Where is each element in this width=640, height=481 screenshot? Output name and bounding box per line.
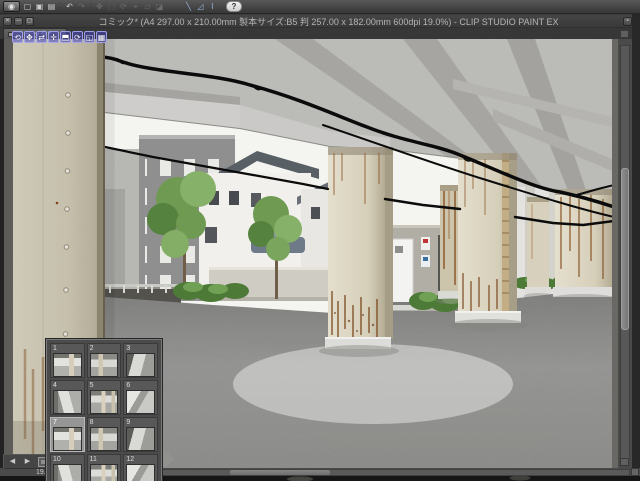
object-rotate-3d-icon[interactable]: ◱ [84, 31, 95, 43]
mask-icon: ◪ [155, 2, 164, 11]
vertical-scrollbar-thumb[interactable] [621, 168, 629, 330]
thumbnail-preview [89, 427, 119, 451]
camera-angle-thumbnail-4[interactable]: 4 [50, 380, 85, 415]
thumbnail-preview [126, 353, 155, 377]
thumbnail-preview [126, 390, 155, 414]
scrollbar-corner-button[interactable] [631, 468, 639, 476]
scrollbar-top-button[interactable] [620, 30, 629, 38]
object-move-flat-icon[interactable]: ✛ [48, 31, 59, 43]
thumbnail-preview [53, 427, 82, 451]
thumbnail-preview [126, 427, 155, 451]
camera-angle-thumbnail-1[interactable]: 1 [50, 343, 85, 378]
thumbnail-number: 11 [89, 456, 97, 463]
3d-overlay-toolbar: ⟲ ✥ ⇄ ✛ ⬒ ⟳ ◱ ▦ [12, 31, 107, 43]
camera-angle-thumbnail-12[interactable]: 12 [123, 454, 158, 481]
thumbnail-number: 7 [53, 419, 57, 426]
thumbnail-preview [53, 464, 82, 481]
document-title: コミック* (A4 297.00 x 210.00mm 製本サイズ:B5 判 2… [98, 16, 559, 27]
thumbnail-number: 2 [89, 345, 94, 352]
camera-angle-thumbnail-9[interactable]: 9 [123, 417, 158, 452]
camera-angle-thumbnail-5[interactable]: 5 [86, 380, 122, 415]
previous-page-button[interactable]: ◀ [6, 456, 19, 467]
horizontal-scrollbar-thumb[interactable] [230, 470, 330, 475]
camera-angle-thumbnail-6[interactable]: 6 [123, 380, 158, 415]
thumbnail-preview [126, 464, 155, 481]
close-button[interactable]: ✕ [3, 16, 12, 26]
camera-angle-thumbnail-11[interactable]: 11 [86, 454, 122, 481]
thumbnail-number: 1 [53, 345, 57, 352]
thumbnail-number: 12 [126, 456, 135, 463]
thumbnail-number: 3 [126, 345, 131, 352]
camera-angle-thumbnail-8[interactable]: 8 [86, 417, 122, 452]
thumbnail-number: 5 [89, 382, 94, 389]
maximize-button[interactable]: ▢ [25, 16, 34, 26]
object-snap-ground-icon[interactable]: ▦ [96, 31, 107, 43]
window-controls: ✕ ─ ▢ [3, 16, 34, 26]
save-file-icon[interactable]: ▤ [46, 1, 57, 12]
select-area-icon: ▱ [144, 2, 151, 11]
separator: ⁚ [59, 3, 62, 10]
app-logo-icon[interactable]: ◉ [3, 1, 20, 12]
thumbnail-preview [53, 390, 82, 414]
snap-to-grid-icon[interactable]: ⌇ [207, 1, 218, 12]
titlebar-menu-button[interactable]: ▪ [623, 16, 632, 26]
object-move-vertical-icon[interactable]: ⬒ [60, 31, 71, 43]
new-file-icon[interactable]: ▢ [22, 1, 33, 12]
snap-to-ruler-icon[interactable]: ╲ [183, 1, 194, 12]
thumbnail-number: 4 [53, 382, 57, 389]
thumbnail-number: 8 [89, 419, 94, 426]
deselect-icon: ⌖ [133, 2, 138, 11]
thumbnail-preview [89, 353, 119, 377]
undo-icon[interactable]: ↶ [64, 1, 75, 12]
camera-angle-thumbnail-7[interactable]: 7 [50, 417, 85, 452]
camera-rotate-icon[interactable]: ⟲ [12, 31, 23, 43]
main-toolbar-icons: ▢ ▣ ▤ ⁚ ↶ ↷ ⁚ ✥ ⬚ ⟳ ⌖ ▱ ◪ ╲ ◿ ⌇ [22, 1, 218, 12]
camera-dolly-icon[interactable]: ⇄ [36, 31, 47, 43]
next-page-button[interactable]: ▶ [21, 456, 34, 467]
snap-to-special-ruler-icon[interactable]: ◿ [195, 1, 206, 12]
main-toolbar: ◉ ▢ ▣ ▤ ⁚ ↶ ↷ ⁚ ✥ ⬚ ⟳ ⌖ ▱ ◪ ╲ ◿ ⌇ ? [0, 0, 640, 14]
separator: ⁚ [89, 3, 92, 10]
scrollbar-bottom-button[interactable] [620, 458, 629, 466]
redo-icon: ↷ [78, 2, 85, 11]
camera-angle-thumbnail-3[interactable]: 3 [123, 343, 158, 378]
help-button[interactable]: ? [226, 1, 242, 12]
thumbnail-preview [89, 464, 119, 481]
document-titlebar[interactable]: ✕ ─ ▢ コミック* (A4 297.00 x 210.00mm 製本サイズ:B5… [0, 15, 640, 28]
move-tool-icon: ✥ [96, 2, 103, 11]
thumbnail-number: 6 [126, 382, 131, 389]
camera-angle-panel: 1 2 3 4 5 6 7 8 9 10 11 12 [46, 339, 162, 481]
rotate-icon: ⟳ [120, 2, 127, 11]
camera-angle-thumbnail-2[interactable]: 2 [86, 343, 122, 378]
canvas-left-frame [4, 39, 13, 468]
thumbnail-preview [89, 390, 119, 414]
open-file-icon[interactable]: ▣ [34, 1, 45, 12]
thumbnail-preview [53, 353, 82, 377]
object-rotate-y-icon[interactable]: ⟳ [72, 31, 83, 43]
camera-angle-thumbnail-10[interactable]: 10 [50, 454, 85, 481]
window-right-edge [632, 14, 640, 476]
transform-icon: ⬚ [107, 2, 116, 11]
clip-studio-paint-window: ◉ ▢ ▣ ▤ ⁚ ↶ ↷ ⁚ ✥ ⬚ ⟳ ⌖ ▱ ◪ ╲ ◿ ⌇ ? ✕ ─ ▢ コミック* (A4 297.0… [0, 0, 640, 481]
minimize-button[interactable]: ─ [14, 16, 23, 26]
camera-pan-icon[interactable]: ✥ [24, 31, 35, 43]
thumbnail-number: 10 [53, 456, 61, 463]
thumbnail-number: 9 [126, 419, 131, 426]
